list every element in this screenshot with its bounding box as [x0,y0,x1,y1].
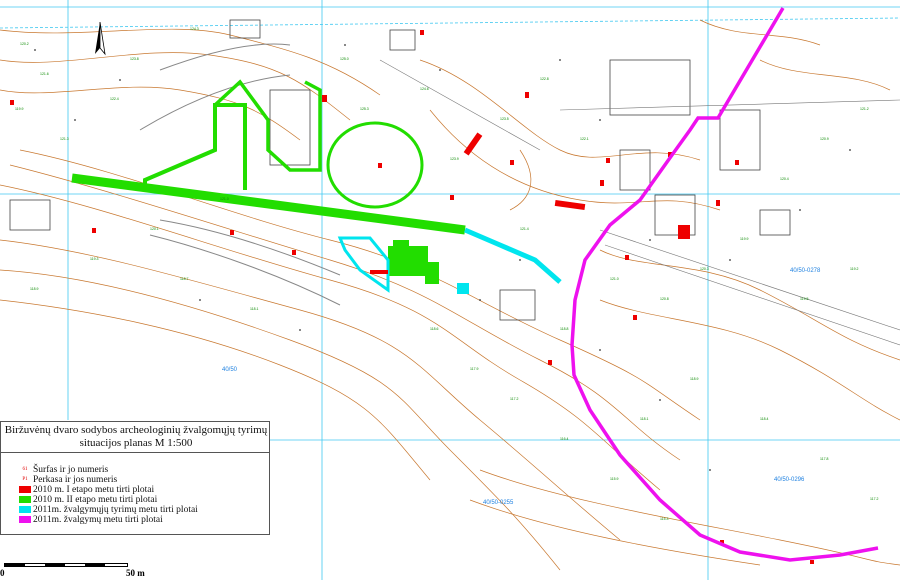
svg-text:117.9: 117.9 [470,367,479,371]
scale-end-label: 50 m [126,568,145,578]
legend-item-label: Šurfas ir jo numeris [33,464,109,475]
svg-text:119.9: 119.9 [740,237,749,241]
magenta-swatch-icon [19,516,31,523]
svg-text:115.9: 115.9 [610,477,619,481]
svg-text:117.8: 117.8 [820,457,829,461]
legend-item-label: 2011m. žvalgymųjų tyrimų metu tirti plot… [33,504,198,515]
cyan-areas [337,227,562,294]
red-swatch-icon [19,486,31,493]
plot-label: 40/50-0255 [483,500,514,506]
legend-item-2011-survey: 2011m. žvalgymų metu tirti plotai [19,514,163,525]
svg-text:124.3: 124.3 [190,27,199,31]
scale-bar-graphic [4,563,128,567]
svg-text:118.9: 118.9 [30,287,39,291]
svg-text:123.8: 123.8 [130,57,139,61]
svg-text:121.6: 121.6 [40,72,49,76]
svg-text:118.8: 118.8 [560,327,569,331]
plot-label: 40/50 [222,367,238,373]
svg-text:119.3: 119.3 [90,257,99,261]
legend-title-line: situacijos planas M 1:500 [79,437,193,449]
scale-bar: 0 50 m [0,560,160,580]
svg-text:121.2: 121.2 [860,107,869,111]
map-legend: Biržuvėnų dvaro sodybos archeologinių žv… [0,421,270,535]
svg-text:120.1: 120.1 [150,227,159,231]
svg-text:117.2: 117.2 [870,497,879,501]
svg-text:122.8: 122.8 [540,77,549,81]
svg-text:121.3: 121.3 [60,137,69,141]
legend-title-line: Biržuvėnų dvaro sodybos archeologinių žv… [4,424,268,436]
svg-text:124.6: 124.6 [420,87,429,91]
svg-text:122.1: 122.1 [580,137,589,141]
trench-marker-icon: P1 [22,477,28,482]
svg-text:120.3: 120.3 [700,267,709,271]
svg-text:121.4: 121.4 [520,227,529,231]
cyan-swatch-icon [19,506,31,513]
scale-start-label: 0 [0,568,5,578]
svg-text:119.2: 119.2 [850,267,859,271]
legend-item-label: 2011m. žvalgymų metu tirti plotai [33,514,163,525]
legend-divider [1,452,269,453]
svg-text:122.4: 122.4 [110,97,119,101]
svg-text:120.2: 120.2 [20,42,29,46]
svg-text:125.0: 125.0 [340,57,349,61]
svg-text:118.1: 118.1 [250,307,259,311]
legend-item-label: 2010 m. I etapo metu tirti plotai [33,484,155,495]
svg-text:118.4: 118.4 [760,417,769,421]
legend-item-label: 2010 m. II etapo metu tirti plotai [33,494,158,505]
plot-label: 40/50-0278 [790,268,821,274]
north-arrow-icon [95,22,106,56]
svg-text:120.4: 120.4 [780,177,789,181]
svg-text:118.7: 118.7 [180,277,189,281]
roads [379,59,900,346]
svg-text:118.9: 118.9 [690,377,699,381]
svg-text:115.3: 115.3 [660,517,669,521]
svg-text:116.4: 116.4 [560,437,569,441]
green-areas [71,79,466,284]
test-pit-marker-icon: 61 [22,467,28,472]
svg-text:120.8: 120.8 [660,297,669,301]
svg-text:120.9: 120.9 [820,137,829,141]
green-swatch-icon [19,496,31,503]
svg-text:117.2: 117.2 [510,397,519,401]
svg-text:119.9: 119.9 [15,107,24,111]
legend-title: Biržuvėnų dvaro sodybos archeologinių žv… [1,424,271,450]
survey-points [34,44,851,471]
svg-text:123.5: 123.5 [500,117,509,121]
svg-text:123.9: 123.9 [450,157,459,161]
svg-text:125.3: 125.3 [360,107,369,111]
svg-text:121.0: 121.0 [220,197,229,201]
svg-text:118.6: 118.6 [430,327,439,331]
svg-text:121.0: 121.0 [610,277,619,281]
plot-label: 40/50-0296 [774,477,805,483]
svg-text:118.1: 118.1 [640,417,649,421]
svg-text:119.5: 119.5 [800,297,809,301]
legend-item-label: Perkasa ir jos numeris [33,474,118,485]
